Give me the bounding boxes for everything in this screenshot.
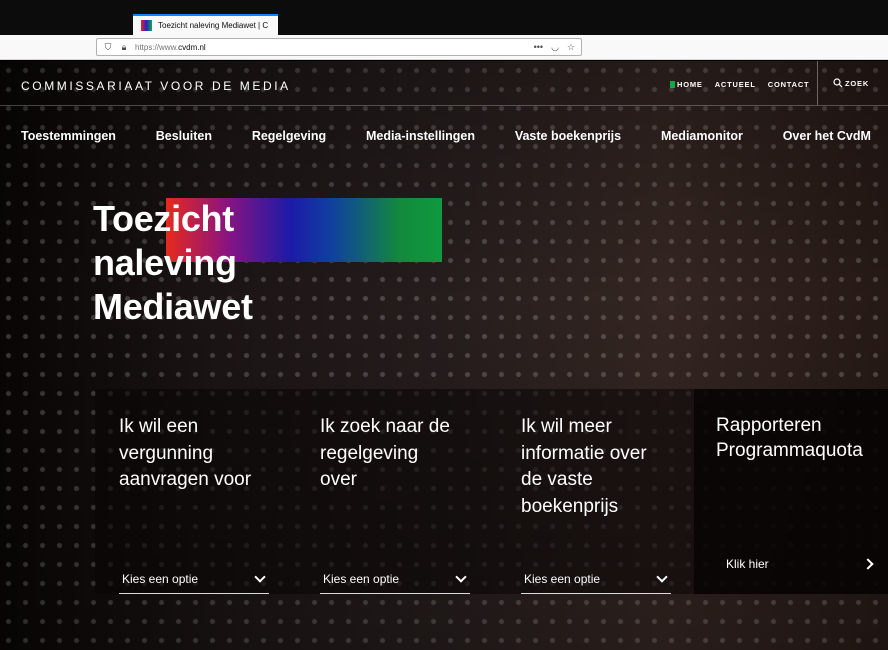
top-link-actueel[interactable]: ACTUEEL: [715, 80, 756, 89]
card-heading: Rapporteren Programmaquota: [716, 415, 863, 461]
pocket-icon[interactable]: ◡: [551, 42, 559, 53]
klik-hier-link[interactable]: Klik hier: [726, 557, 874, 571]
lock-icon[interactable]: 🔒︎: [119, 42, 129, 53]
card-programmaquota: Rapporteren Programmaquota: [716, 413, 868, 553]
url-text[interactable]: https://www.cvdm.nl: [135, 43, 528, 52]
search-button[interactable]: ZOEK: [833, 78, 869, 88]
main-nav: Toestemmingen Besluiten Regelgeving Medi…: [21, 129, 871, 143]
nav-besluiten[interactable]: Besluiten: [156, 129, 212, 143]
card-boekenprijs: Ik wil meer informatie over de vaste boe…: [521, 414, 673, 594]
chevron-right-icon: [862, 558, 874, 570]
page: COMMISSARIAAT VOOR DE MEDIA HOME ACTUEEL…: [0, 61, 888, 650]
search-label: ZOEK: [845, 78, 870, 88]
chevron-down-icon: [656, 570, 668, 583]
boekenprijs-select[interactable]: Kies een optie: [521, 564, 671, 594]
shield-icon[interactable]: ⛉: [103, 42, 113, 53]
card-vergunning: Ik wil een vergunning aanvragen voor Kie…: [119, 414, 271, 594]
chevron-down-icon: [455, 570, 467, 583]
favicon-icon: [141, 20, 152, 31]
more-icon[interactable]: •••: [534, 42, 543, 53]
bookmark-star-icon[interactable]: ☆: [567, 42, 575, 53]
top-links: HOME ACTUEEL CONTACT: [670, 80, 809, 89]
top-link-contact[interactable]: CONTACT: [768, 80, 810, 89]
search-divider: [817, 61, 818, 105]
site-brand[interactable]: COMMISSARIAAT VOOR DE MEDIA: [21, 79, 291, 93]
browser-nav-bar: ⛉ 🔒︎ https://www.cvdm.nl ••• ◡ ☆: [0, 35, 888, 60]
nav-media-instellingen[interactable]: Media-instellingen: [366, 129, 475, 143]
regelgeving-select[interactable]: Kies een optie: [320, 564, 470, 594]
search-icon: [833, 78, 843, 88]
nav-over-het-cvdm[interactable]: Over het CvdM: [783, 129, 871, 143]
url-bar[interactable]: ⛉ 🔒︎ https://www.cvdm.nl ••• ◡ ☆: [96, 38, 582, 56]
nav-toestemmingen[interactable]: Toestemmingen: [21, 129, 116, 143]
top-link-home[interactable]: HOME: [677, 80, 703, 89]
card-heading: Ik wil een vergunning aanvragen voor: [119, 416, 252, 490]
vergunning-select[interactable]: Kies een optie: [119, 564, 269, 594]
header-divider: [0, 105, 888, 106]
active-marker: [670, 81, 675, 88]
browser-tab[interactable]: Toezicht naleving Mediawet | C: [133, 14, 278, 35]
card-heading: Ik zoek naar de regelgeving over: [320, 416, 450, 490]
hero-title: Toezicht naleving Mediawet: [93, 198, 253, 327]
tab-title: Toezicht naleving Mediawet | C: [158, 21, 269, 30]
card-heading: Ik wil meer informatie over de vaste boe…: [521, 416, 647, 517]
nav-vaste-boekenprijs[interactable]: Vaste boekenprijs: [515, 129, 621, 143]
card-regelgeving: Ik zoek naar de regelgeving over Kies ee…: [320, 414, 472, 594]
chevron-down-icon: [254, 570, 266, 583]
nav-regelgeving[interactable]: Regelgeving: [252, 129, 326, 143]
browser-tab-bar: Toezicht naleving Mediawet | C: [0, 0, 888, 35]
nav-mediamonitor[interactable]: Mediamonitor: [661, 129, 743, 143]
